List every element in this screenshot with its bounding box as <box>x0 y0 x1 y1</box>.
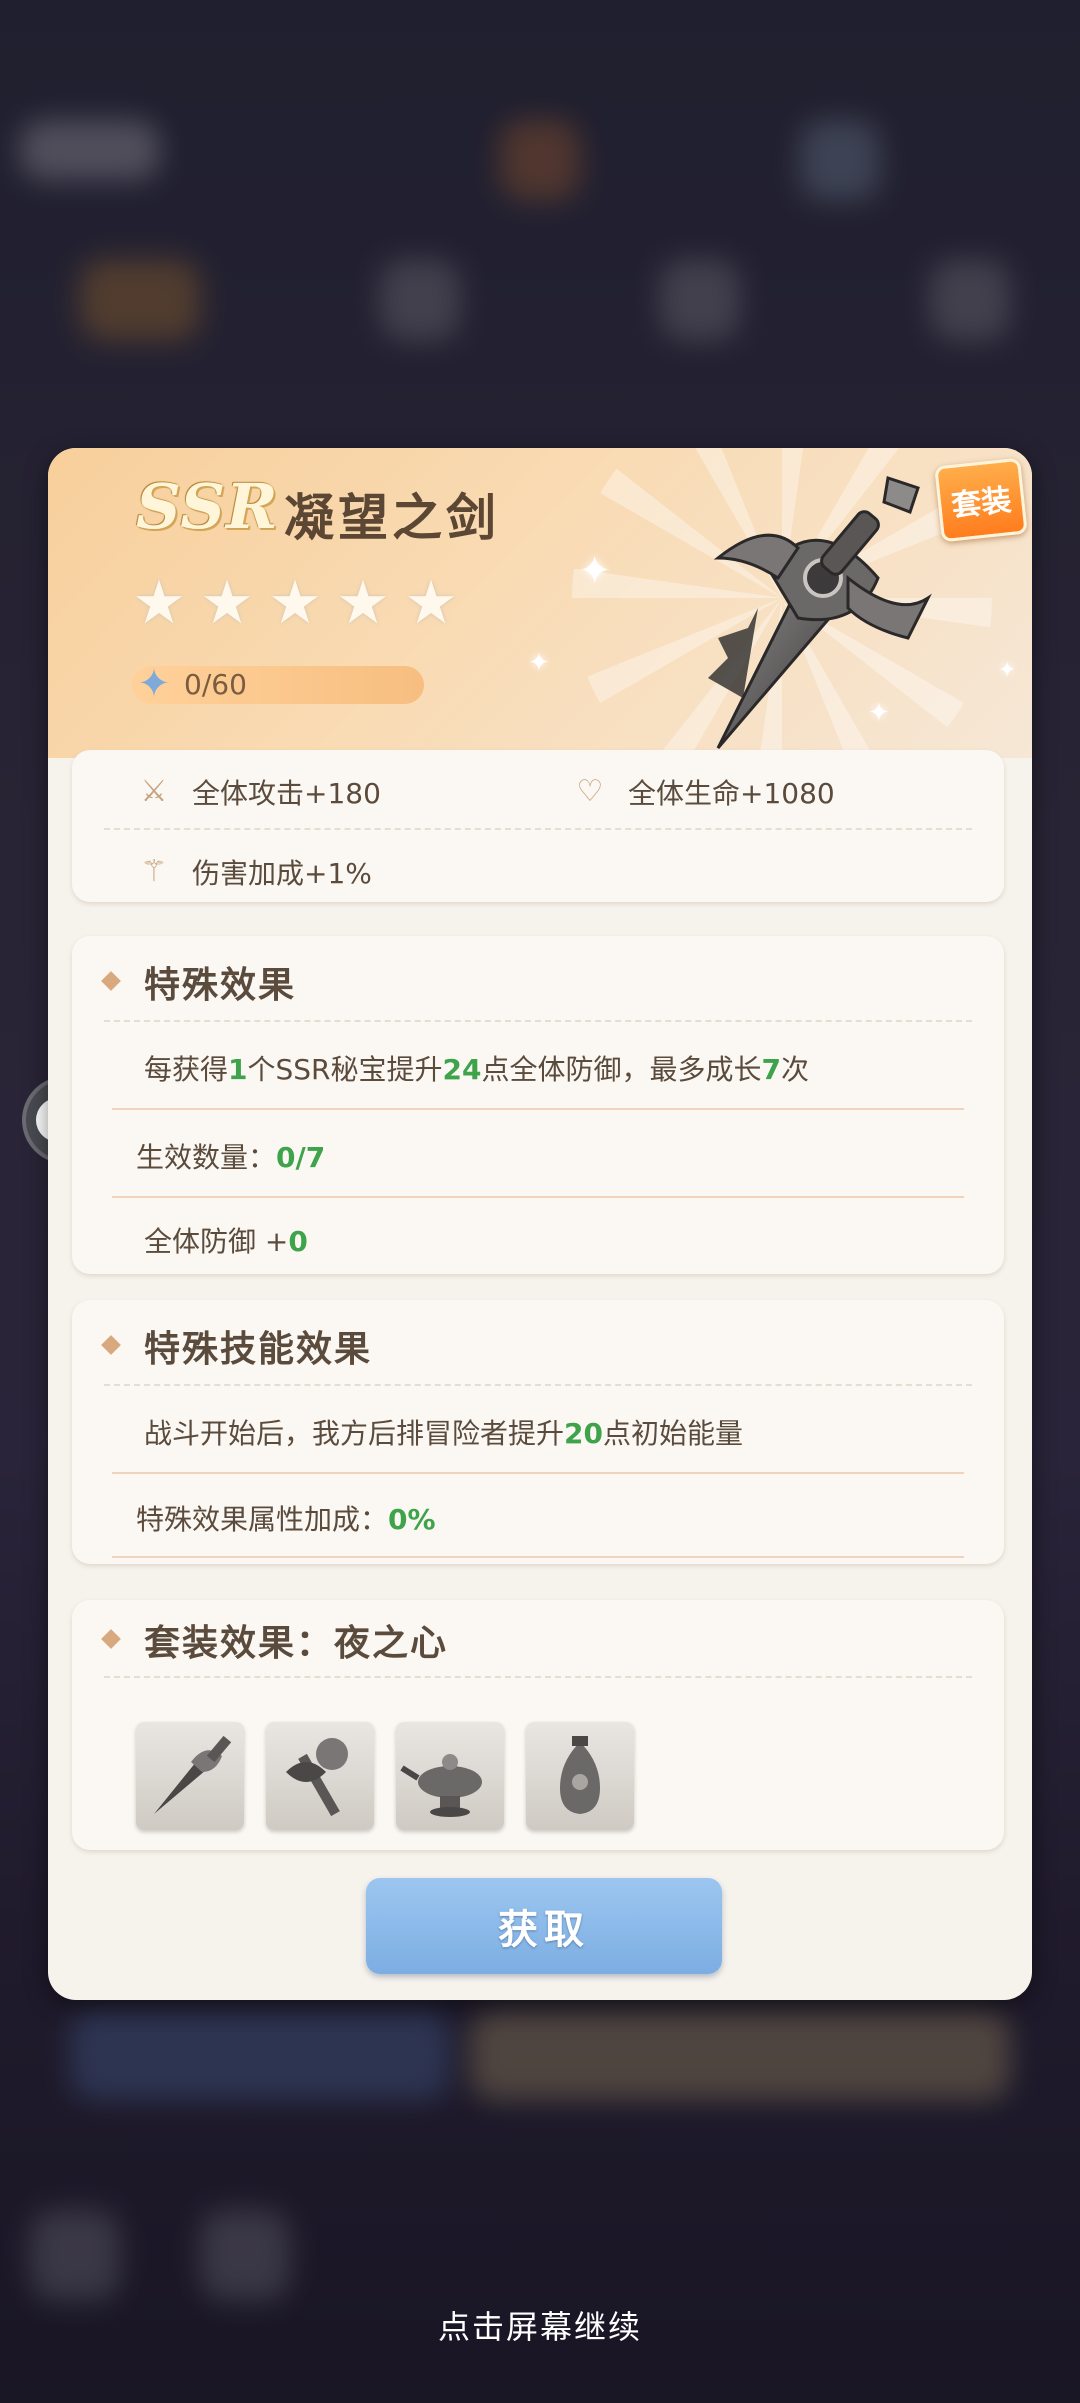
set-badge: 套装 <box>934 457 1028 543</box>
item-header: SSR 凝望之剑 ★ ★ ★ ★ ★ ✦ 0/60 ✦ ✦ ✦ ✦ 套装 <box>48 448 1032 758</box>
obtain-button[interactable]: 获取 <box>366 1878 722 1974</box>
progress-text: 0/60 <box>184 668 247 701</box>
star-icon: ★ <box>336 568 390 638</box>
damage-bonus-icon: ⚚ <box>140 854 168 889</box>
diamond-bullet-icon <box>101 1335 121 1355</box>
section-title: 特殊技能效果 <box>144 1329 373 1370</box>
staff-item-icon[interactable] <box>266 1722 374 1830</box>
divider <box>104 1676 972 1678</box>
special-skill-description: 战斗开始后，我方后排冒险者提升20点初始能量 <box>144 1417 743 1450</box>
divider <box>104 1020 972 1022</box>
star-icon: ★ <box>132 568 186 638</box>
star-gem-icon: ✦ <box>137 661 171 707</box>
sparkle-icon: ✦ <box>578 548 612 594</box>
vase-item-icon[interactable] <box>526 1722 634 1830</box>
item-detail-panel: SSR 凝望之剑 ★ ★ ★ ★ ★ ✦ 0/60 ✦ ✦ ✦ ✦ 套装 ⚔ 全… <box>48 448 1032 2000</box>
star-icon: ★ <box>200 568 254 638</box>
lamp-item-icon[interactable] <box>396 1722 504 1830</box>
star-icon: ★ <box>404 568 458 638</box>
divider <box>104 828 972 830</box>
defense-bonus: 全体防御 +0 <box>144 1225 308 1258</box>
divider <box>112 1196 964 1198</box>
section-title: 特殊效果 <box>144 965 297 1006</box>
stats-card: ⚔ 全体攻击+180 ♡ 全体生命+1080 ⚚ 伤害加成+1% <box>72 750 1004 902</box>
attack-icon: ⚔ <box>140 774 168 809</box>
divider <box>104 1384 972 1386</box>
tap-to-continue[interactable]: 点击屏幕继续 <box>0 2302 1080 2348</box>
sparkle-icon: ✦ <box>528 648 550 678</box>
upgrade-progress: ✦ 0/60 <box>132 662 424 706</box>
stat-label: 伤害加成+1% <box>192 857 372 890</box>
sword-item-icon[interactable] <box>136 1722 244 1830</box>
stat-attack: ⚔ 全体攻击+180 <box>136 772 381 812</box>
star-icon: ★ <box>268 568 322 638</box>
section-title: 套装效果：夜之心 <box>144 1623 449 1664</box>
stat-health: ♡ 全体生命+1080 <box>572 772 835 812</box>
effect-bonus: 特殊效果属性加成：0% <box>136 1503 436 1536</box>
item-name: 凝望之剑 <box>284 488 500 547</box>
stat-label: 全体生命+1080 <box>628 777 835 810</box>
divider <box>112 1556 964 1558</box>
stat-damage-bonus: ⚚ 伤害加成+1% <box>136 852 372 892</box>
diamond-bullet-icon <box>101 971 121 991</box>
special-effect-card: 特殊效果 每获得1个SSR秘宝提升24点全体防御，最多成长7次 生效数量：0/7… <box>72 936 1004 1274</box>
stat-label: 全体攻击+180 <box>192 777 381 810</box>
heart-icon: ♡ <box>576 774 604 809</box>
special-effect-description: 每获得1个SSR秘宝提升24点全体防御，最多成长7次 <box>144 1053 809 1086</box>
diamond-bullet-icon <box>101 1629 121 1649</box>
special-skill-card: 特殊技能效果 战斗开始后，我方后排冒险者提升20点初始能量 特殊效果属性加成：0… <box>72 1300 1004 1564</box>
divider <box>112 1472 964 1474</box>
active-count: 生效数量：0/7 <box>136 1141 326 1174</box>
divider <box>112 1108 964 1110</box>
rarity-label: SSR <box>136 470 279 543</box>
star-rating: ★ ★ ★ ★ ★ <box>128 572 462 634</box>
